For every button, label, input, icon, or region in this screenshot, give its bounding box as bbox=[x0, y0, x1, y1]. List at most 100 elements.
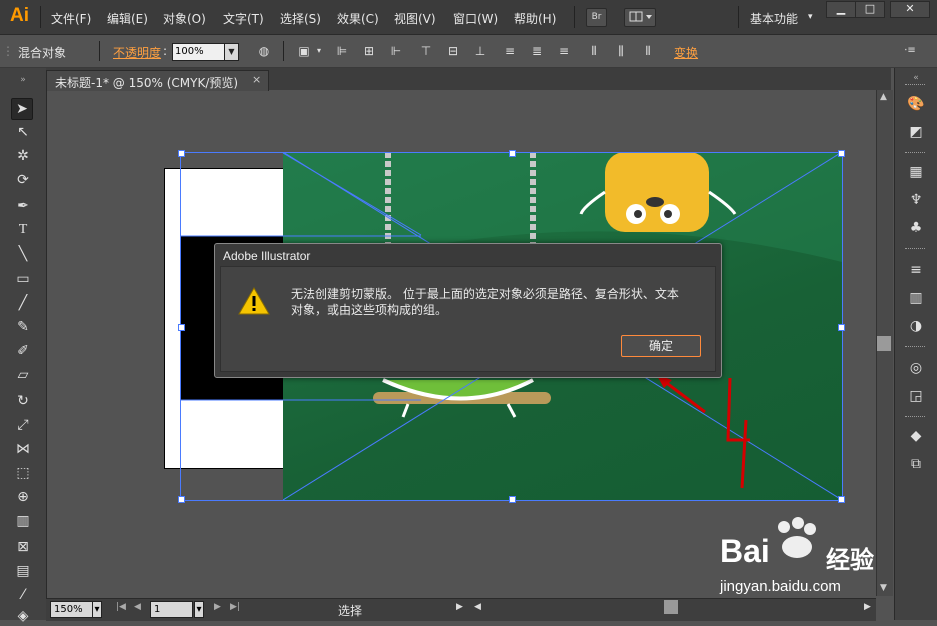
status-menu-icon[interactable]: ▶ bbox=[456, 602, 463, 612]
free-transform-tool-icon[interactable]: ⬚ bbox=[13, 463, 33, 483]
menu-effect[interactable]: 效果(C) bbox=[337, 10, 379, 27]
dialog-body: 无法创建剪切蒙版。 位于最上面的选定对象必须是路径、复合形状、文本对象，或由这些… bbox=[220, 266, 716, 372]
align-right-icon[interactable]: ⊩ bbox=[388, 43, 404, 59]
chevron-down-icon[interactable]: ▾ bbox=[311, 43, 327, 59]
opacity-input[interactable]: 100% bbox=[172, 43, 228, 61]
resize-handle[interactable] bbox=[838, 496, 845, 503]
resize-handle[interactable] bbox=[178, 150, 185, 157]
blend-tool-icon[interactable]: ◈ bbox=[13, 606, 33, 626]
transform-link[interactable]: 变换 bbox=[674, 44, 698, 61]
align-horizontal-center-icon[interactable]: ⊞ bbox=[361, 43, 377, 59]
align-left-icon[interactable]: ⊫ bbox=[334, 43, 350, 59]
align-vertical-center-icon[interactable]: ⊟ bbox=[445, 43, 461, 59]
transparency-panel-icon[interactable]: ◑ bbox=[899, 316, 933, 336]
resize-handle[interactable] bbox=[509, 150, 516, 157]
rectangle-tool-icon[interactable]: ▭ bbox=[13, 269, 33, 289]
first-artboard-icon[interactable]: |◀ bbox=[116, 602, 126, 612]
paintbrush-tool-icon[interactable]: ╱ bbox=[13, 293, 33, 313]
resize-handle[interactable] bbox=[178, 324, 185, 331]
zoom-input[interactable]: 150% bbox=[50, 601, 93, 618]
align-bottom-icon[interactable]: ⊥ bbox=[472, 43, 488, 59]
menu-window[interactable]: 窗口(W) bbox=[453, 10, 498, 27]
line-tool-icon[interactable]: ╲ bbox=[13, 244, 33, 264]
brushes-panel-icon[interactable]: ♆ bbox=[899, 190, 933, 210]
close-window-button[interactable]: ✕ bbox=[890, 1, 930, 18]
graphic-styles-panel-icon[interactable]: ◲ bbox=[899, 386, 933, 406]
shape-builder-tool-icon[interactable]: ⊕ bbox=[13, 487, 33, 507]
blob-brush-tool-icon[interactable]: ✐ bbox=[13, 341, 33, 361]
workspace-switcher[interactable]: 基本功能 bbox=[750, 10, 798, 27]
appearance-panel-icon[interactable]: ◎ bbox=[899, 358, 933, 378]
artboard-number-input[interactable]: 1 bbox=[150, 601, 193, 618]
distribute-left-icon[interactable]: ⫴ bbox=[586, 43, 602, 59]
handwritten-number bbox=[726, 377, 750, 489]
menu-select[interactable]: 选择(S) bbox=[280, 10, 321, 27]
chevron-down-icon[interactable]: ▾ bbox=[808, 12, 813, 22]
scroll-left-icon[interactable]: ◀ bbox=[474, 602, 481, 612]
type-tool-icon[interactable]: T bbox=[13, 220, 33, 240]
distribute-horizontal-center-icon[interactable]: ⫼ bbox=[613, 43, 629, 59]
maximize-button[interactable]: □ bbox=[855, 1, 885, 18]
layers-panel-icon[interactable]: ◆ bbox=[899, 426, 933, 446]
menu-view[interactable]: 视图(V) bbox=[394, 10, 436, 27]
magic-wand-tool-icon[interactable]: ✲ bbox=[13, 146, 33, 166]
width-tool-icon[interactable]: ⋈ bbox=[13, 439, 33, 459]
menu-help[interactable]: 帮助(H) bbox=[514, 10, 556, 27]
colon-label: : bbox=[163, 44, 168, 58]
distribute-vertical-center-icon[interactable]: ≣ bbox=[529, 43, 545, 59]
selection-tool-icon[interactable]: ➤ bbox=[11, 98, 33, 120]
resize-handle[interactable] bbox=[838, 150, 845, 157]
menu-type[interactable]: 文字(T) bbox=[223, 10, 264, 27]
next-artboard-icon[interactable]: ▶ bbox=[214, 602, 221, 612]
align-to-selection-icon[interactable]: ▣ bbox=[296, 43, 312, 59]
vertical-scroll-thumb[interactable] bbox=[877, 336, 891, 351]
grip-icon bbox=[905, 248, 925, 252]
artboard-dropdown-button[interactable]: ▾ bbox=[194, 601, 204, 618]
menu-object[interactable]: 对象(O) bbox=[163, 10, 206, 27]
artboards-panel-icon[interactable]: ⧉ bbox=[899, 454, 933, 474]
distribute-right-icon[interactable]: ⫴ bbox=[640, 43, 656, 59]
recolor-icon[interactable]: ◍ bbox=[256, 43, 272, 59]
resize-handle[interactable] bbox=[178, 496, 185, 503]
color-panel-icon[interactable]: 🎨 bbox=[899, 94, 933, 114]
gradient-tool-icon[interactable]: ▤ bbox=[13, 561, 33, 581]
eraser-tool-icon[interactable]: ▱ bbox=[13, 365, 33, 385]
mesh-tool-icon[interactable]: ⊠ bbox=[13, 537, 33, 557]
swatches-panel-icon[interactable]: ▦ bbox=[899, 162, 933, 182]
last-artboard-icon[interactable]: ▶| bbox=[230, 602, 240, 612]
document-tab[interactable]: 未标题-1* @ 150% (CMYK/预览) × bbox=[46, 70, 269, 91]
distribute-bottom-icon[interactable]: ≡ bbox=[556, 43, 572, 59]
direct-selection-tool-icon[interactable]: ↖ bbox=[13, 122, 33, 142]
panel-menu-icon[interactable]: ⋅≡ bbox=[902, 43, 918, 59]
scroll-up-icon[interactable]: ▲ bbox=[880, 92, 887, 102]
scroll-right-icon[interactable]: ▶ bbox=[864, 602, 871, 612]
distribute-top-icon[interactable]: ≡ bbox=[502, 43, 518, 59]
ok-button[interactable]: 确定 bbox=[621, 335, 701, 357]
close-tab-icon[interactable]: × bbox=[252, 73, 261, 86]
previous-artboard-icon[interactable]: ◀ bbox=[134, 602, 141, 612]
menu-edit[interactable]: 编辑(E) bbox=[107, 10, 148, 27]
resize-handle[interactable] bbox=[838, 324, 845, 331]
color-guide-panel-icon[interactable]: ◩ bbox=[899, 122, 933, 142]
lasso-tool-icon[interactable]: ⟳ bbox=[13, 170, 33, 190]
resize-handle[interactable] bbox=[509, 496, 516, 503]
symbols-panel-icon[interactable]: ♣ bbox=[899, 218, 933, 238]
arrange-documents-button[interactable] bbox=[624, 8, 656, 27]
opacity-link[interactable]: 不透明度 bbox=[113, 44, 161, 61]
stroke-panel-icon[interactable]: ≡ bbox=[899, 260, 933, 280]
menu-file[interactable]: 文件(F) bbox=[51, 10, 91, 27]
scale-tool-icon[interactable]: ⤢ bbox=[13, 415, 33, 435]
align-top-icon[interactable]: ⊤ bbox=[418, 43, 434, 59]
zoom-dropdown-button[interactable]: ▾ bbox=[92, 601, 102, 618]
horizontal-scroll-thumb[interactable] bbox=[664, 600, 678, 614]
rotate-tool-icon[interactable]: ↻ bbox=[13, 391, 33, 411]
gradient-panel-icon[interactable]: ▥ bbox=[899, 288, 933, 308]
bridge-button[interactable]: Br bbox=[586, 8, 607, 27]
pen-tool-icon[interactable]: ✒ bbox=[13, 196, 33, 216]
minimize-button[interactable]: ▁ bbox=[826, 1, 856, 18]
graph-tool-icon[interactable]: ▥ bbox=[13, 511, 33, 531]
collapse-panel-icon[interactable]: » bbox=[13, 70, 33, 90]
opacity-dropdown-button[interactable]: ▼ bbox=[224, 43, 239, 61]
pencil-tool-icon[interactable]: ✎ bbox=[13, 317, 33, 337]
eyedropper-tool-icon[interactable]: ⁄ bbox=[13, 585, 33, 605]
